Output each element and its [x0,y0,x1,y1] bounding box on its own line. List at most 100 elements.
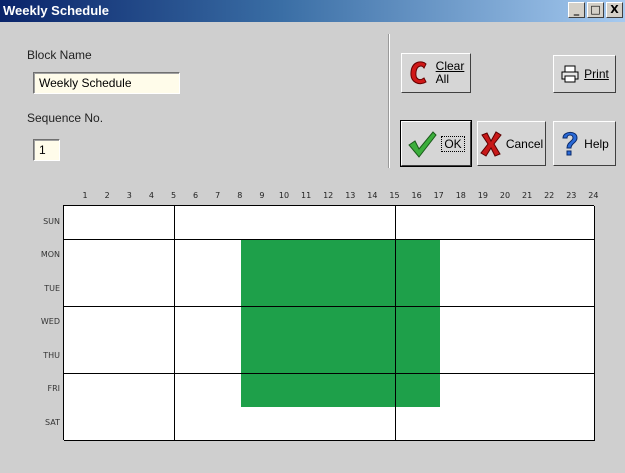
schedule-cell[interactable] [506,239,529,274]
schedule-cell[interactable] [439,373,463,408]
schedule-cell[interactable] [572,239,596,274]
schedule-cell[interactable] [395,407,419,441]
schedule-cell[interactable] [108,206,132,240]
schedule-cell[interactable] [240,273,264,307]
schedule-cell[interactable] [483,407,507,441]
schedule-cell[interactable] [174,273,198,307]
schedule-cell[interactable] [174,206,198,240]
schedule-cell[interactable] [152,306,176,341]
schedule-cell[interactable] [395,373,419,408]
title-bar[interactable]: Weekly Schedule _ □ X [0,0,625,22]
schedule-cell[interactable] [262,206,286,240]
schedule-cell[interactable] [439,340,463,374]
minimize-button[interactable]: _ [568,2,585,18]
schedule-cell[interactable] [395,306,419,341]
schedule-cell[interactable] [86,340,110,374]
schedule-cell[interactable] [483,340,507,374]
schedule-cell[interactable] [174,340,198,374]
schedule-cell[interactable] [528,273,552,307]
schedule-cell[interactable] [417,206,441,240]
schedule-cell[interactable] [373,306,397,341]
schedule-cell[interactable] [240,407,264,441]
schedule-cell[interactable] [373,273,397,307]
schedule-cell[interactable] [285,206,308,240]
schedule-cell[interactable] [439,239,463,274]
schedule-cell[interactable] [307,239,331,274]
schedule-cell[interactable] [329,340,353,374]
schedule-cell[interactable] [528,306,552,341]
schedule-cell[interactable] [86,239,110,274]
schedule-cell[interactable] [196,306,220,341]
schedule-cell[interactable] [108,373,132,408]
schedule-cell[interactable] [130,206,154,240]
schedule-cell[interactable] [550,340,574,374]
schedule-cell[interactable] [528,407,552,441]
schedule-cell[interactable] [64,239,87,274]
schedule-cell[interactable] [506,306,529,341]
schedule-cell[interactable] [218,340,242,374]
schedule-cell[interactable] [506,340,529,374]
schedule-cell[interactable] [550,407,574,441]
schedule-cell[interactable] [240,306,264,341]
schedule-cell[interactable] [572,407,596,441]
schedule-cell[interactable] [528,340,552,374]
schedule-cell[interactable] [417,306,441,341]
schedule-cell[interactable] [174,239,198,274]
schedule-cell[interactable] [461,373,485,408]
schedule-cell[interactable] [506,273,529,307]
schedule-cell[interactable] [262,373,286,408]
schedule-cell[interactable] [483,306,507,341]
schedule-cell[interactable] [285,306,308,341]
schedule-cell[interactable] [130,239,154,274]
schedule-cell[interactable] [108,239,132,274]
schedule-cell[interactable] [152,407,176,441]
schedule-cell[interactable] [506,407,529,441]
schedule-cell[interactable] [64,407,87,441]
schedule-cell[interactable] [86,306,110,341]
schedule-cell[interactable] [64,306,87,341]
schedule-cell[interactable] [572,340,596,374]
schedule-cell[interactable] [351,239,375,274]
schedule-cell[interactable] [417,407,441,441]
schedule-cell[interactable] [262,306,286,341]
schedule-cell[interactable] [307,373,331,408]
schedule-cell[interactable] [351,407,375,441]
schedule-cell[interactable] [130,306,154,341]
schedule-cell[interactable] [528,206,552,240]
schedule-cell[interactable] [262,273,286,307]
schedule-cell[interactable] [174,407,198,441]
clear-all-button[interactable]: Clear All [401,53,471,93]
schedule-cell[interactable] [285,373,308,408]
schedule-cell[interactable] [64,340,87,374]
schedule-cell[interactable] [550,239,574,274]
schedule-cell[interactable] [130,340,154,374]
schedule-cell[interactable] [152,206,176,240]
schedule-cell[interactable] [240,373,264,408]
help-button[interactable]: Help [553,121,616,166]
schedule-cell[interactable] [240,340,264,374]
schedule-cell[interactable] [285,239,308,274]
schedule-cell[interactable] [285,273,308,307]
schedule-cell[interactable] [572,273,596,307]
schedule-cell[interactable] [130,273,154,307]
schedule-cell[interactable] [262,340,286,374]
schedule-cell[interactable] [329,306,353,341]
schedule-cell[interactable] [329,407,353,441]
schedule-cell[interactable] [461,407,485,441]
schedule-cell[interactable] [461,239,485,274]
schedule-cell[interactable] [439,306,463,341]
schedule-cell[interactable] [307,273,331,307]
schedule-cell[interactable] [550,306,574,341]
schedule-cell[interactable] [86,373,110,408]
schedule-cell[interactable] [329,239,353,274]
close-button[interactable]: X [606,2,623,18]
schedule-cell[interactable] [64,206,87,240]
maximize-button[interactable]: □ [587,2,604,18]
schedule-cell[interactable] [130,373,154,408]
schedule-cell[interactable] [108,273,132,307]
schedule-cell[interactable] [395,206,419,240]
sequence-no-input[interactable]: 1 [33,139,60,161]
schedule-cell[interactable] [285,340,308,374]
schedule-cell[interactable] [373,239,397,274]
schedule-cell[interactable] [351,340,375,374]
